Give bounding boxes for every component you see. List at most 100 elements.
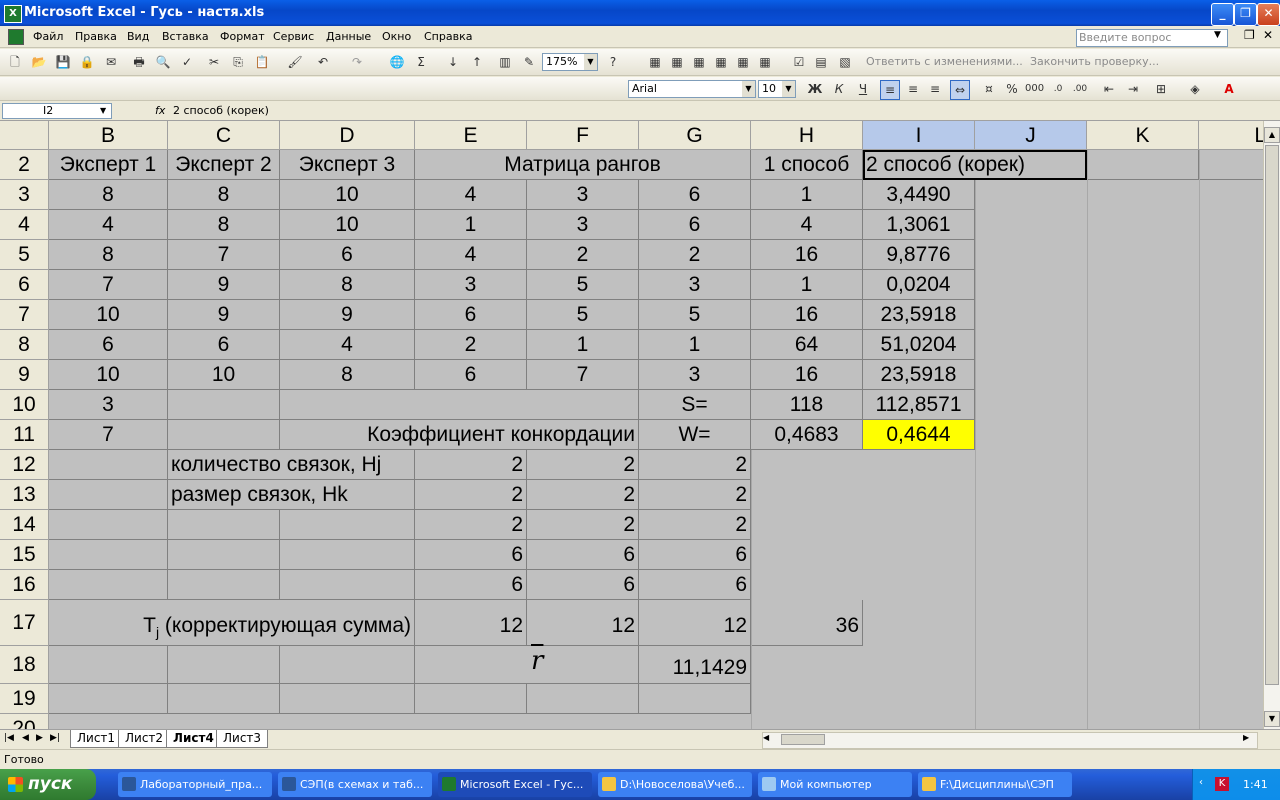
cell-c2[interactable]: Эксперт 2 [168,150,280,180]
cell-h8[interactable]: 64 [751,330,863,360]
workbook-icon[interactable] [8,29,24,45]
scroll-up-icon[interactable]: ▲ [1264,127,1280,143]
row-header-7[interactable]: 7 [0,300,49,330]
font-color-icon[interactable]: A [1220,80,1238,98]
cell-b19[interactable] [49,684,168,714]
cell-d7[interactable]: 9 [280,300,415,330]
cell-f12[interactable]: 2 [527,450,639,480]
menu-help[interactable]: Справка [424,30,472,43]
cell-d2[interactable]: Эксперт 3 [280,150,415,180]
cell-e12[interactable]: 2 [415,450,527,480]
row-header-11[interactable]: 11 [0,420,49,450]
cell-h10[interactable]: 118 [751,390,863,420]
cell-g11[interactable]: W= [639,420,751,450]
review-icon-5[interactable]: ▦ [734,53,752,71]
help-dropdown-icon[interactable]: ▼ [1214,30,1221,40]
row-header-3[interactable]: 3 [0,180,49,210]
cell-b16[interactable] [49,570,168,600]
review-icon-3[interactable]: ▦ [690,53,708,71]
cell-b4[interactable]: 4 [49,210,168,240]
cell-e5[interactable]: 4 [415,240,527,270]
horizontal-scrollbar[interactable]: ◀ ▶ [762,732,1258,749]
column-header-k[interactable]: K [1087,121,1199,150]
fill-color-icon[interactable]: ◈ [1186,80,1204,98]
scroll-thumb[interactable] [1265,145,1279,685]
cell-b14[interactable] [49,510,168,540]
task-folder-disciplines[interactable]: F:\Дисциплины\СЭП [918,772,1072,797]
row-header-15[interactable]: 15 [0,540,49,570]
save-icon[interactable]: 💾 [54,53,72,71]
cell-c10[interactable] [168,390,280,420]
cell-i9[interactable]: 23,5918 [863,360,975,390]
email-icon[interactable]: ✉ [102,53,120,71]
cell-f15[interactable]: 6 [527,540,639,570]
cell-b2[interactable]: Эксперт 1 [49,150,168,180]
cell-h6[interactable]: 1 [751,270,863,300]
bold-button[interactable]: Ж [806,80,824,98]
cell-b15[interactable] [49,540,168,570]
column-header-h[interactable]: H [751,121,863,150]
column-header-c[interactable]: C [168,121,280,150]
last-sheet-icon[interactable]: ▶| [50,733,60,743]
task-excel[interactable]: Microsoft Excel - Гус... [438,772,592,797]
cell-f19[interactable] [527,684,639,714]
cell-g3[interactable]: 6 [639,180,751,210]
cell-c8[interactable]: 6 [168,330,280,360]
task-my-computer[interactable]: Мой компьютер [758,772,912,797]
cell-f16[interactable]: 6 [527,570,639,600]
cell-b13[interactable] [49,480,168,510]
menu-window[interactable]: Окно [382,30,411,43]
cell-g13[interactable]: 2 [639,480,751,510]
print-icon[interactable]: 🖶 [130,53,148,71]
column-header-l[interactable]: L [1199,121,1263,150]
column-header-b[interactable]: B [49,121,168,150]
sheet-tab-3[interactable]: Лист3 [216,730,269,748]
row-header-12[interactable]: 12 [0,450,49,480]
spelling-icon[interactable]: ✓ [178,53,196,71]
first-sheet-icon[interactable]: |◀ [4,733,14,743]
copy-icon[interactable]: ⎘ [229,53,247,71]
row-header-9[interactable]: 9 [0,360,49,390]
cell-d18[interactable] [280,646,415,684]
column-header-f[interactable]: F [527,121,639,150]
chart-wizard-icon[interactable]: ▥ [496,53,514,71]
cell-h9[interactable]: 16 [751,360,863,390]
cell-c16[interactable] [168,570,280,600]
cell-b6[interactable]: 7 [49,270,168,300]
cell-c7[interactable]: 9 [168,300,280,330]
column-header-i[interactable]: I [863,121,975,150]
sort-ascending-icon[interactable]: ↓ [444,53,462,71]
undo-icon[interactable]: ↶ [314,53,332,71]
cell-d17[interactable]: Tj (корректирующая сумма) [49,600,415,646]
align-left-icon[interactable]: ≡ [880,80,900,100]
cell-i6[interactable]: 0,0204 [863,270,975,300]
cell-b8[interactable]: 6 [49,330,168,360]
excel-app-icon[interactable]: X [4,5,22,23]
cell-e8[interactable]: 2 [415,330,527,360]
increase-decimal-icon[interactable]: .0 [1049,80,1067,98]
paste-icon[interactable]: 📋 [253,53,271,71]
column-header-e[interactable]: E [415,121,527,150]
cell-d3[interactable]: 10 [280,180,415,210]
row-header-16[interactable]: 16 [0,570,49,600]
cell-d5[interactable]: 6 [280,240,415,270]
sheet-tab-4[interactable]: Лист4 [166,730,221,748]
cell-g12[interactable]: 2 [639,450,751,480]
cell-f8[interactable]: 1 [527,330,639,360]
menu-insert[interactable]: Вставка [162,30,209,43]
font-size-select[interactable]: 10 ▼ [758,80,796,98]
drawing-icon[interactable]: ✎ [520,53,538,71]
cell-f18[interactable]: r [527,646,639,684]
review-icon-2[interactable]: ▦ [668,53,686,71]
cell-h2[interactable]: 1 способ [751,150,863,180]
cell-e17[interactable]: 12 [415,600,527,646]
row-header-10[interactable]: 10 [0,390,49,420]
thousands-button[interactable]: 000 [1025,80,1044,98]
row-header-8[interactable]: 8 [0,330,49,360]
cell-f7[interactable]: 5 [527,300,639,330]
clock[interactable]: 1:41 [1243,778,1268,791]
cell-i5[interactable]: 9,8776 [863,240,975,270]
review-icon-7[interactable]: ☑ [790,53,808,71]
cell-e6[interactable]: 3 [415,270,527,300]
cell-h7[interactable]: 16 [751,300,863,330]
